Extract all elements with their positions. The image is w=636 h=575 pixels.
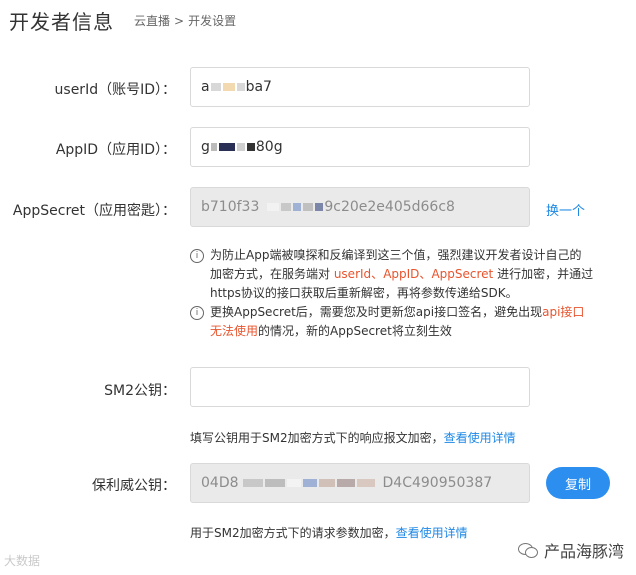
sm2-hint-text: 填写公钥用于SM2加密方式下的响应报文加密，	[190, 431, 444, 445]
masked-segment	[222, 83, 235, 91]
page-header: 开发者信息	[9, 6, 114, 34]
appsecret-field: b710f33 9c20e2e405d66c8	[190, 187, 530, 227]
masked-segment	[336, 479, 355, 487]
notice-item: i 为防止App端被嗅探和反编译到这三个值，强烈建议开发者设计自己的 加密方式，…	[190, 246, 595, 303]
userid-value-end: ba7	[245, 79, 272, 95]
highlight-appsecret: AppSecret	[431, 267, 494, 281]
appid-field[interactable]: g 80g	[190, 127, 530, 167]
breadcrumb-separator: >	[174, 13, 185, 28]
sm2-label: SM2公钥：	[104, 383, 176, 399]
sm2-details-link[interactable]: 查看使用详情	[444, 431, 516, 445]
watermark-right: 产品海豚湾	[517, 538, 624, 562]
info-icon: i	[190, 249, 204, 263]
watermark-left: 大数据	[4, 554, 41, 568]
masked-segment	[281, 203, 292, 211]
polyv-key-hint: 用于SM2加密方式下的请求参数加密，查看使用详情	[190, 524, 468, 541]
appid-value-end: 80g	[255, 139, 283, 155]
sm2-hint: 填写公钥用于SM2加密方式下的响应报文加密，查看使用详情	[190, 429, 516, 446]
notice-text-part: 的情况，新的AppSecret将立刻生效	[258, 324, 452, 338]
highlight-separator: 、	[419, 267, 432, 281]
breadcrumb: 云直播 > 开发设置	[134, 12, 236, 29]
notice-text-part: 为防止App端被嗅探和反编译到这三个值，强烈建议开发者设计自己的	[210, 248, 582, 262]
userid-field[interactable]: a ba7	[190, 67, 530, 107]
highlight-appid: AppID	[383, 267, 420, 281]
notice-item: i 更换AppSecret后，需要您及时更新您api接口签名，避免出现api接口…	[190, 303, 595, 341]
notice-text: 为防止App端被嗅探和反编译到这三个值，强烈建议开发者设计自己的 加密方式，在服…	[210, 246, 593, 303]
masked-segment	[286, 479, 301, 487]
wechat-icon	[517, 542, 538, 558]
masked-segment	[236, 83, 245, 91]
masked-segment	[246, 143, 255, 151]
masked-segment	[264, 479, 285, 487]
polyv-key-details-link[interactable]: 查看使用详情	[396, 526, 468, 540]
masked-segment	[318, 479, 335, 487]
masked-segment	[236, 143, 245, 151]
notice-text-part: 进行加密，并通过	[493, 267, 594, 281]
polyv-key-value-end: D4C490950387	[382, 475, 493, 491]
notice-text-part: 更换AppSecret后，需要您及时更新您api接口签名，避免出现	[210, 305, 543, 319]
userid-value-start: a	[201, 79, 210, 95]
appsecret-value-start: b710f33	[201, 199, 260, 215]
masked-segment	[210, 143, 217, 151]
masked-segment	[267, 203, 280, 211]
page-title: 开发者信息	[9, 9, 114, 34]
masked-segment	[303, 203, 314, 211]
notice-text-part: https协议的接口获取后重新解密，再将参数传递给SDK。	[210, 286, 518, 300]
userid-label: userId（账号ID）：	[54, 82, 176, 98]
appsecret-value-end: 9c20e2e405d66c8	[324, 199, 455, 215]
masked-segment	[302, 479, 317, 487]
masked-segment	[315, 203, 324, 211]
sm2-input[interactable]	[190, 367, 530, 407]
breadcrumb-item-live[interactable]: 云直播	[134, 12, 170, 29]
highlight-userid: userId	[333, 267, 372, 281]
highlight-separator: 、	[371, 267, 384, 281]
breadcrumb-item-dev-settings: 开发设置	[188, 14, 237, 28]
notice-text: 更换AppSecret后，需要您及时更新您api接口签名，避免出现api接口无法…	[210, 303, 595, 341]
polyv-key-label: 保利威公钥：	[92, 478, 176, 494]
appsecret-label: AppSecret（应用密匙）：	[12, 203, 176, 219]
regenerate-secret-link[interactable]: 换一个	[546, 200, 585, 219]
polyv-key-field: 04D8 D4C490950387	[190, 463, 530, 503]
appid-value-start: g	[201, 139, 210, 155]
copy-button[interactable]: 复制	[546, 467, 610, 499]
appid-label: AppID（应用ID）：	[55, 142, 176, 158]
masked-segment	[293, 203, 302, 211]
masked-segment	[356, 479, 375, 487]
notice-text-part: 加密方式，在服务端对	[210, 267, 334, 281]
watermark-right-text: 产品海豚湾	[543, 542, 624, 561]
masked-segment	[210, 83, 221, 91]
polyv-key-value-start: 04D8	[201, 475, 239, 491]
security-notice: i 为防止App端被嗅探和反编译到这三个值，强烈建议开发者设计自己的 加密方式，…	[190, 246, 595, 341]
masked-segment	[218, 143, 235, 151]
info-icon: i	[190, 306, 204, 320]
masked-segment	[242, 479, 263, 487]
polyv-key-hint-text: 用于SM2加密方式下的请求参数加密，	[190, 526, 396, 540]
